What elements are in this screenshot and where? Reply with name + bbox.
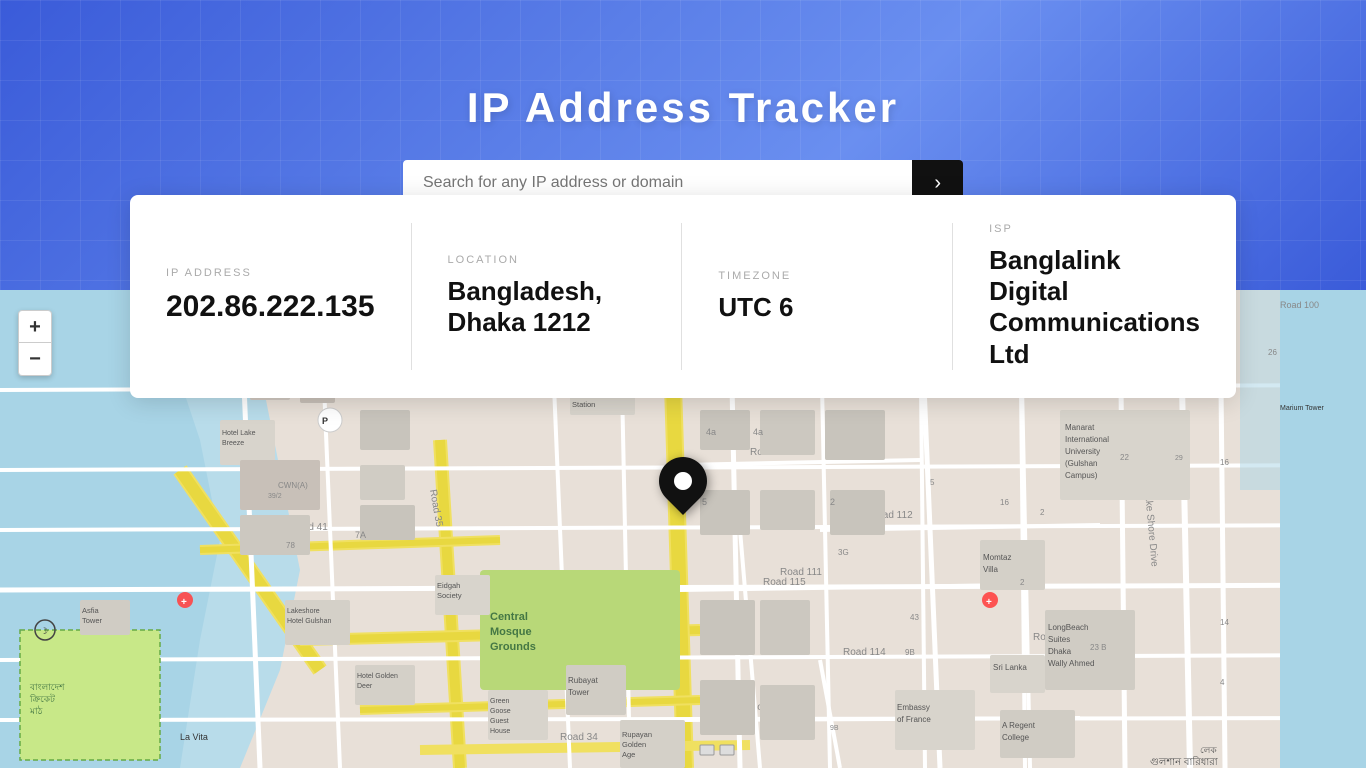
svg-text:22: 22 bbox=[1120, 453, 1129, 462]
location-pin bbox=[659, 457, 707, 505]
svg-text:College: College bbox=[1002, 733, 1030, 742]
svg-text:বাংলাদেশ: বাংলাদেশ bbox=[29, 682, 65, 692]
svg-text:মাঠ: মাঠ bbox=[29, 705, 43, 716]
zoom-out-button[interactable]: − bbox=[19, 343, 51, 375]
svg-text:+: + bbox=[181, 597, 187, 608]
svg-text:Manarat: Manarat bbox=[1065, 423, 1095, 432]
svg-text:Road 114: Road 114 bbox=[843, 647, 886, 658]
zoom-in-button[interactable]: + bbox=[19, 311, 51, 343]
svg-text:Villa: Villa bbox=[983, 565, 999, 574]
svg-text:2: 2 bbox=[830, 497, 835, 507]
location-label: LOCATION bbox=[448, 254, 646, 266]
isp-value: Banglalink Digital Communications Ltd bbox=[989, 245, 1200, 370]
svg-text:39/2: 39/2 bbox=[268, 493, 282, 500]
svg-text:গুলশান বারিধারা: গুলশান বারিধারা bbox=[1150, 756, 1219, 768]
svg-text:☽: ☽ bbox=[40, 626, 48, 636]
svg-text:Campus): Campus) bbox=[1065, 471, 1098, 480]
svg-text:Rupayan: Rupayan bbox=[622, 730, 652, 739]
info-card: IP ADDRESS 202.86.222.135 LOCATION Bangl… bbox=[130, 195, 1236, 398]
svg-text:4: 4 bbox=[1220, 678, 1225, 687]
svg-text:CWN(A): CWN(A) bbox=[278, 481, 308, 490]
svg-text:Road 34: Road 34 bbox=[560, 732, 598, 743]
svg-text:Grounds: Grounds bbox=[490, 641, 536, 653]
svg-text:Hotel Gulshan: Hotel Gulshan bbox=[287, 618, 331, 625]
svg-text:La Vita: La Vita bbox=[180, 732, 208, 742]
location-value: Bangladesh, Dhaka 1212 bbox=[448, 276, 646, 338]
svg-text:Age: Age bbox=[622, 750, 635, 759]
svg-text:Hotel Lake: Hotel Lake bbox=[222, 430, 256, 437]
svg-text:Suites: Suites bbox=[1048, 635, 1070, 644]
ip-address-label: IP ADDRESS bbox=[166, 267, 375, 279]
timezone-section: TIMEZONE UTC 6 bbox=[681, 223, 952, 370]
svg-text:4a: 4a bbox=[753, 427, 763, 437]
ip-address-value: 202.86.222.135 bbox=[166, 289, 375, 325]
svg-text:Asfia: Asfia bbox=[82, 606, 100, 615]
svg-text:78: 78 bbox=[286, 541, 295, 550]
svg-text:লেক: লেক bbox=[1200, 745, 1217, 755]
svg-text:14: 14 bbox=[1220, 618, 1229, 627]
svg-text:P: P bbox=[322, 416, 328, 426]
svg-text:Dhaka: Dhaka bbox=[1048, 647, 1072, 656]
svg-text:Road 115: Road 115 bbox=[763, 577, 806, 588]
svg-text:3G: 3G bbox=[838, 548, 849, 557]
svg-text:University: University bbox=[1065, 447, 1100, 456]
svg-text:Tower: Tower bbox=[568, 688, 590, 697]
svg-text:43: 43 bbox=[910, 613, 919, 622]
svg-text:Goose: Goose bbox=[490, 708, 511, 715]
isp-label: ISP bbox=[989, 223, 1200, 235]
svg-text:4a: 4a bbox=[706, 427, 716, 437]
svg-text:Lakeshore: Lakeshore bbox=[287, 608, 320, 615]
svg-text:16: 16 bbox=[1000, 498, 1009, 507]
svg-text:Golden: Golden bbox=[622, 740, 646, 749]
svg-text:LongBeach: LongBeach bbox=[1048, 623, 1088, 632]
svg-text:Wally Ahmed: Wally Ahmed bbox=[1048, 659, 1094, 668]
svg-text:Rubayat: Rubayat bbox=[568, 676, 599, 685]
zoom-controls: + − bbox=[18, 310, 52, 376]
svg-text:Green: Green bbox=[490, 698, 510, 705]
svg-text:A Regent: A Regent bbox=[1002, 721, 1036, 730]
svg-text:16: 16 bbox=[1220, 458, 1229, 467]
svg-text:26: 26 bbox=[1268, 348, 1277, 357]
svg-text:Guest: Guest bbox=[490, 718, 509, 725]
timezone-value: UTC 6 bbox=[718, 292, 916, 323]
svg-text:Sri Lanka: Sri Lanka bbox=[993, 663, 1027, 672]
svg-text:2: 2 bbox=[1020, 578, 1025, 587]
svg-text:23 B: 23 B bbox=[1090, 643, 1106, 652]
svg-text:5: 5 bbox=[930, 478, 935, 487]
svg-text:2: 2 bbox=[1040, 508, 1045, 517]
svg-text:ক্রিকেট: ক্রিকেট bbox=[29, 693, 56, 704]
svg-text:Hotel Golden: Hotel Golden bbox=[357, 673, 398, 680]
svg-text:Deer: Deer bbox=[357, 683, 373, 690]
svg-text:Station: Station bbox=[572, 400, 595, 409]
svg-text:House: House bbox=[490, 728, 510, 735]
svg-text:(Gulshan: (Gulshan bbox=[1065, 459, 1097, 468]
ip-address-section: IP ADDRESS 202.86.222.135 bbox=[166, 223, 411, 370]
svg-text:7A: 7A bbox=[355, 530, 366, 540]
svg-text:9B: 9B bbox=[830, 725, 839, 732]
svg-text:of France: of France bbox=[897, 715, 931, 724]
svg-text:International: International bbox=[1065, 435, 1109, 444]
svg-text:Embassy: Embassy bbox=[897, 703, 930, 712]
svg-text:29: 29 bbox=[1175, 455, 1183, 462]
svg-text:Central: Central bbox=[490, 611, 528, 623]
svg-text:+: + bbox=[986, 597, 992, 608]
isp-section: ISP Banglalink Digital Communications Lt… bbox=[952, 223, 1200, 370]
svg-text:Eidgah: Eidgah bbox=[437, 581, 460, 590]
svg-text:Momtaz: Momtaz bbox=[983, 553, 1011, 562]
timezone-label: TIMEZONE bbox=[718, 270, 916, 282]
svg-text:Marium Tower: Marium Tower bbox=[1280, 405, 1324, 412]
app-title: IP Address Tracker bbox=[467, 84, 899, 132]
svg-text:Society: Society bbox=[437, 591, 462, 600]
svg-text:Tower: Tower bbox=[82, 616, 103, 625]
svg-text:9B: 9B bbox=[905, 648, 915, 657]
location-section: LOCATION Bangladesh, Dhaka 1212 bbox=[411, 223, 682, 370]
svg-text:Road 100: Road 100 bbox=[1280, 300, 1319, 310]
svg-text:Mosque: Mosque bbox=[490, 626, 532, 638]
svg-text:Breeze: Breeze bbox=[222, 440, 244, 447]
